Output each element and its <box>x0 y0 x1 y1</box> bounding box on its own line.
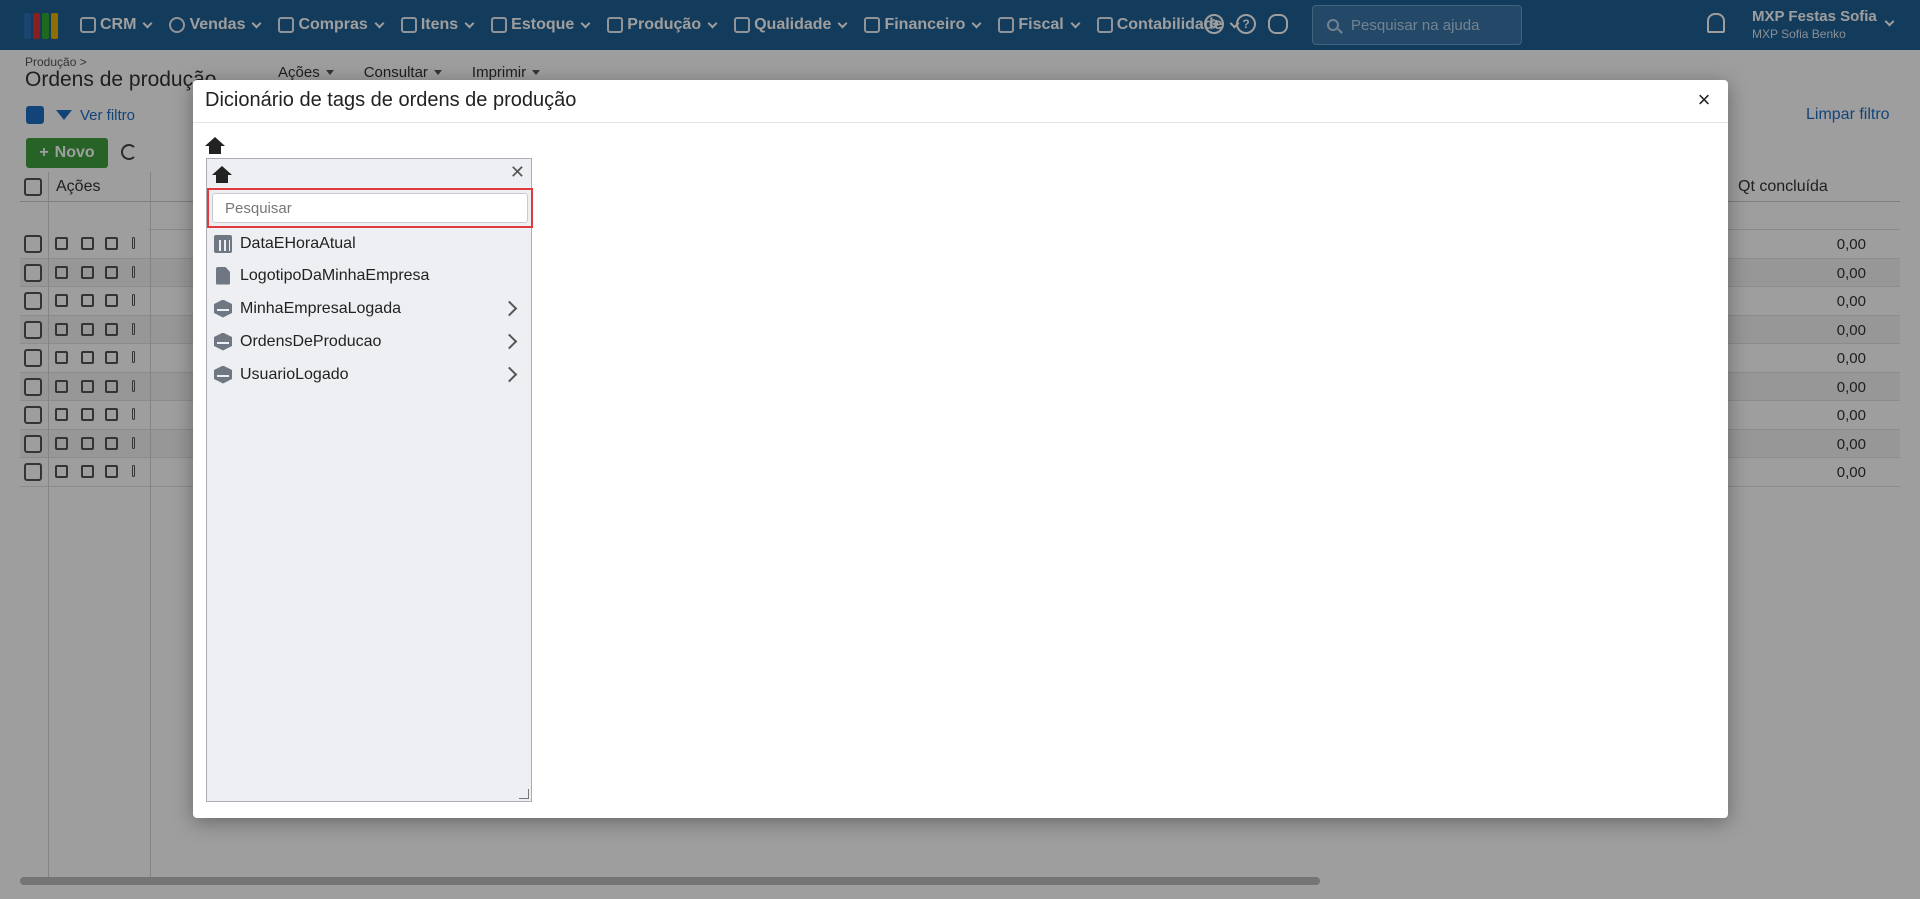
tag-search-box <box>207 188 533 228</box>
tag-item-minhaempresalogada[interactable]: MinhaEmpresaLogada <box>207 292 533 325</box>
tag-item-ordensdeproducao[interactable]: OrdensDeProducao <box>207 325 533 358</box>
chevron-right-icon[interactable] <box>501 333 518 350</box>
close-icon[interactable]: × <box>1694 89 1714 111</box>
calendar-icon <box>214 235 232 253</box>
tag-item-usuariologado[interactable]: UsuarioLogado <box>207 358 533 391</box>
chevron-right-icon[interactable] <box>501 366 518 383</box>
tag-tree-panel: ✕ DataEHoraAtual LogotipoDaMinhaEmpresa … <box>206 158 533 802</box>
cube-icon <box>214 299 232 318</box>
file-icon <box>216 266 230 285</box>
tag-list: DataEHoraAtual LogotipoDaMinhaEmpresa Mi… <box>207 229 533 391</box>
modal-header: Dicionário de tags de ordens de produção… <box>193 80 1728 123</box>
modal-title: Dicionário de tags de ordens de produção <box>205 89 577 111</box>
cube-icon <box>214 332 232 351</box>
tag-search-input[interactable] <box>212 193 528 223</box>
resize-handle[interactable] <box>519 789 529 799</box>
tag-dictionary-modal: Dicionário de tags de ordens de produção… <box>193 80 1728 818</box>
home-icon[interactable] <box>205 137 225 155</box>
panel-header: ✕ <box>207 159 531 189</box>
cube-icon <box>214 365 232 384</box>
tag-item-logotipodaminhaempresa[interactable]: LogotipoDaMinhaEmpresa <box>207 259 533 292</box>
home-icon[interactable] <box>212 166 232 184</box>
tag-item-dataehoraatual[interactable]: DataEHoraAtual <box>207 229 533 259</box>
close-icon[interactable]: ✕ <box>510 162 525 183</box>
chevron-right-icon[interactable] <box>501 300 518 317</box>
